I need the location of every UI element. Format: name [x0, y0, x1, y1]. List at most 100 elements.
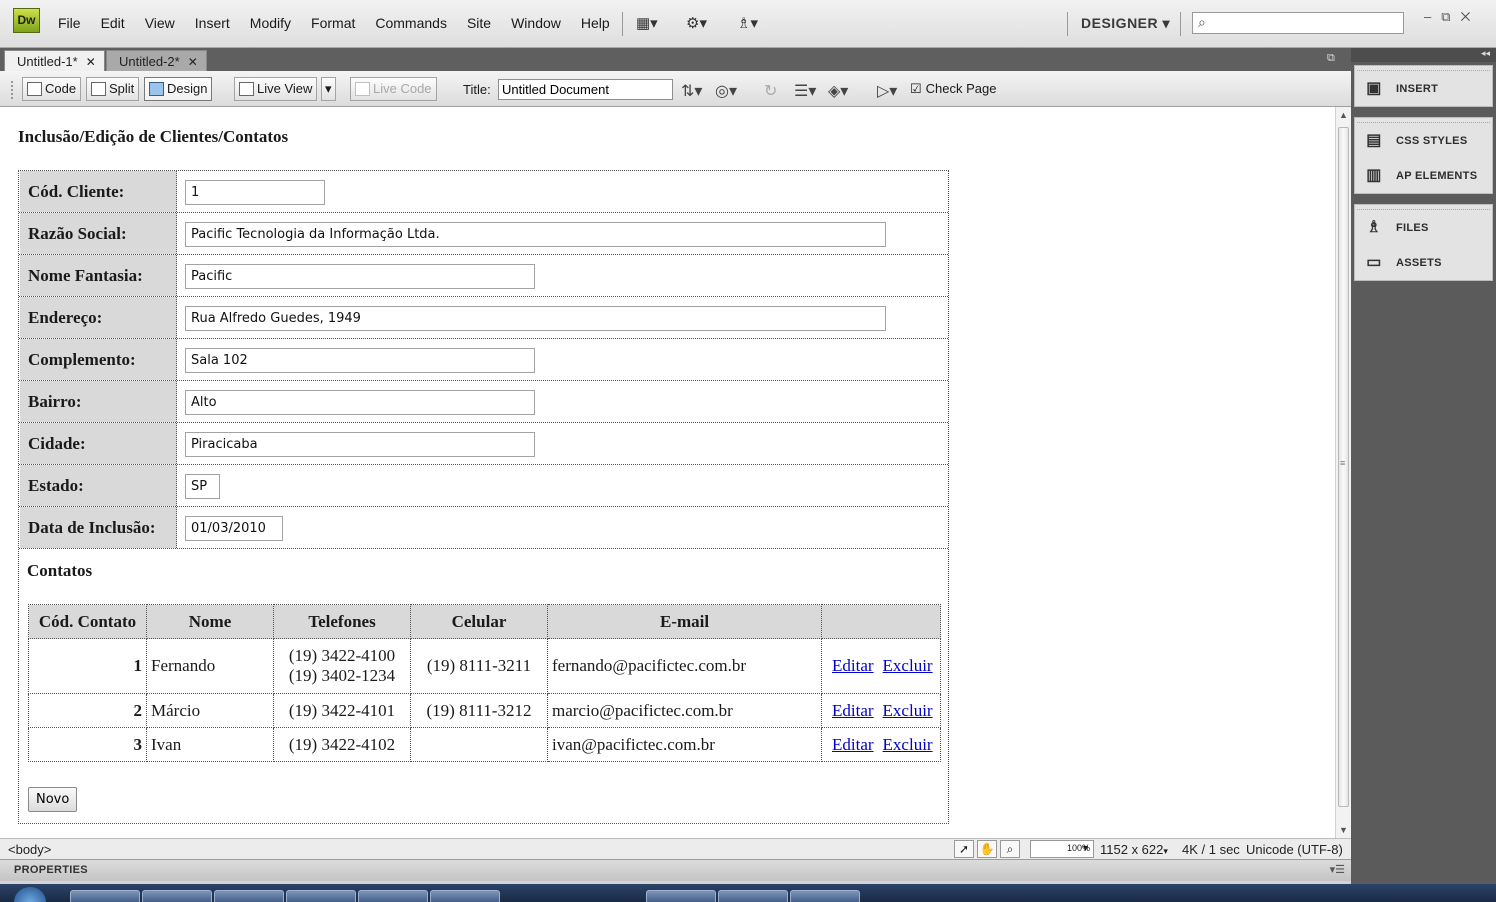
menu-commands[interactable]: Commands: [365, 15, 457, 31]
phone: (19) 3422-4101: [288, 700, 396, 720]
document-title-input[interactable]: [498, 79, 673, 100]
check-page-button[interactable]: ☑ Check Page: [910, 81, 996, 97]
application-bar: Dw File Edit View Insert Modify Format C…: [0, 0, 1496, 48]
zoom-tool-icon[interactable]: ⌕: [1000, 840, 1020, 858]
menu-separator: [1180, 12, 1181, 36]
live-view-dropdown[interactable]: ▾: [321, 77, 336, 101]
form-row-endereco: Endereço:: [19, 297, 948, 339]
edit-link[interactable]: Editar: [832, 656, 874, 675]
panel-assets[interactable]: ▭ ASSETS: [1355, 245, 1492, 280]
column-header: Telefones: [273, 604, 411, 639]
menu-insert[interactable]: Insert: [185, 15, 240, 31]
taskbar-button[interactable]: [214, 890, 284, 902]
menu-site[interactable]: Site: [457, 15, 501, 31]
panel-menu-icon[interactable]: ▾☰: [1330, 863, 1345, 876]
menu-edit[interactable]: Edit: [91, 15, 135, 31]
contact-code: 2: [28, 693, 147, 728]
close-icon[interactable]: ✕: [86, 55, 96, 69]
code-icon: [27, 82, 42, 96]
taskbar-button[interactable]: [718, 890, 788, 902]
layout-menu-icon[interactable]: ▦▾: [636, 14, 658, 32]
select-tool-icon[interactable]: ➚: [954, 840, 974, 858]
workspace-switcher[interactable]: DESIGNER ▾: [1081, 15, 1170, 32]
panel-ap-elements[interactable]: ▥ AP ELEMENTS: [1355, 158, 1492, 193]
tab-untitled-2[interactable]: Untitled-2* ✕: [106, 50, 207, 71]
menu-help[interactable]: Help: [571, 15, 620, 31]
cod-cliente-field[interactable]: [185, 180, 325, 205]
chevron-down-icon: ▾: [1163, 846, 1168, 856]
hand-tool-icon[interactable]: ✋: [977, 840, 997, 858]
extend-gear-icon[interactable]: ⚙▾: [686, 14, 707, 32]
delete-link[interactable]: Excluir: [883, 735, 933, 754]
delete-link[interactable]: Excluir: [883, 701, 933, 720]
panel-insert[interactable]: ▣ INSERT: [1355, 71, 1492, 106]
client-form: Cód. Cliente: Razão Social: Nome Fantasi…: [18, 170, 949, 824]
live-view-button[interactable]: Live View: [234, 77, 318, 101]
vertical-scrollbar[interactable]: ▲ ≡ ▼: [1335, 107, 1351, 838]
contacts-table: Cód. Contato Nome Telefones Celular E-ma…: [28, 604, 941, 762]
refresh-icon[interactable]: ↻: [764, 81, 777, 101]
css-styles-icon: ▤: [1366, 131, 1382, 149]
download-time: 4K / 1 sec: [1182, 842, 1240, 857]
razao-social-field[interactable]: [185, 222, 886, 247]
column-header: Cód. Contato: [28, 604, 147, 639]
window-controls[interactable]: –⧉✕: [1424, 9, 1480, 25]
zoom-select[interactable]: 100% ▼: [1030, 840, 1094, 858]
edit-link[interactable]: Editar: [832, 701, 874, 720]
taskbar-button[interactable]: [790, 890, 860, 902]
data-inclusao-field[interactable]: [185, 516, 283, 541]
grip-icon: ≡: [1340, 458, 1346, 468]
cidade-field[interactable]: [185, 432, 535, 457]
split-view-button[interactable]: Split: [86, 77, 140, 101]
menu-file[interactable]: File: [48, 15, 91, 31]
site-manage-icon[interactable]: ♗▾: [737, 14, 758, 32]
table-row: 1 Fernando (19) 3422-4100 (19) 3402-1234 …: [28, 638, 941, 694]
taskbar-button[interactable]: [286, 890, 356, 902]
bairro-field[interactable]: [185, 390, 535, 415]
preview-browser-icon[interactable]: ◎▾: [715, 81, 737, 101]
taskbar-button[interactable]: [358, 890, 428, 902]
taskbar-button[interactable]: [70, 890, 140, 902]
menu-view[interactable]: View: [135, 15, 185, 31]
panel-group: ♗ FILES ▭ ASSETS: [1354, 204, 1493, 281]
visual-aids-icon[interactable]: ◈▾: [828, 81, 848, 101]
taskbar-button[interactable]: [646, 890, 716, 902]
menu-window[interactable]: Window: [501, 15, 571, 31]
restore-icon[interactable]: ⧉: [1327, 52, 1335, 65]
endereco-field[interactable]: [185, 306, 886, 331]
validate-markup-icon[interactable]: ▷▾: [877, 81, 897, 101]
properties-panel-bar[interactable]: PROPERTIES ▾☰: [0, 859, 1351, 881]
taskbar-button[interactable]: [430, 890, 500, 902]
window-size[interactable]: 1152 x 622▾: [1100, 842, 1168, 857]
panel-css-styles[interactable]: ▤ CSS STYLES: [1355, 123, 1492, 158]
nome-fantasia-field[interactable]: [185, 264, 535, 289]
estado-field[interactable]: [185, 474, 220, 499]
design-view-button[interactable]: Design: [144, 77, 213, 101]
file-management-icon[interactable]: ⇅▾: [681, 81, 702, 101]
contact-code: 1: [28, 638, 147, 694]
main-menu: File Edit View Insert Modify Format Comm…: [48, 15, 620, 31]
scroll-up-icon[interactable]: ▲: [1339, 110, 1348, 120]
edit-link[interactable]: Editar: [832, 735, 874, 754]
complemento-field[interactable]: [185, 348, 535, 373]
novo-button[interactable]: Novo: [28, 787, 78, 812]
scrollbar-thumb[interactable]: ≡: [1338, 127, 1349, 807]
start-button[interactable]: [14, 887, 46, 902]
collapse-icon[interactable]: ◂◂: [1481, 48, 1490, 59]
help-search-input[interactable]: ⌕: [1192, 12, 1404, 34]
code-view-button[interactable]: Code: [22, 77, 82, 101]
delete-link[interactable]: Excluir: [883, 656, 933, 675]
menu-modify[interactable]: Modify: [240, 15, 301, 31]
scroll-down-icon[interactable]: ▼: [1339, 825, 1348, 835]
view-options-icon[interactable]: ☰▾: [794, 81, 816, 101]
contact-email: fernando@pacifictec.com.br: [547, 638, 822, 694]
close-icon[interactable]: ✕: [188, 55, 198, 69]
live-code-button[interactable]: Live Code: [350, 77, 437, 101]
tag-selector[interactable]: <body>: [8, 842, 51, 857]
tab-untitled-1[interactable]: Untitled-1* ✕: [4, 50, 105, 71]
taskbar-button[interactable]: [142, 890, 212, 902]
menu-format[interactable]: Format: [301, 15, 365, 31]
phone: (19) 3402-1234: [288, 666, 396, 685]
live-view-icon: [239, 82, 254, 96]
panel-files[interactable]: ♗ FILES: [1355, 210, 1492, 245]
